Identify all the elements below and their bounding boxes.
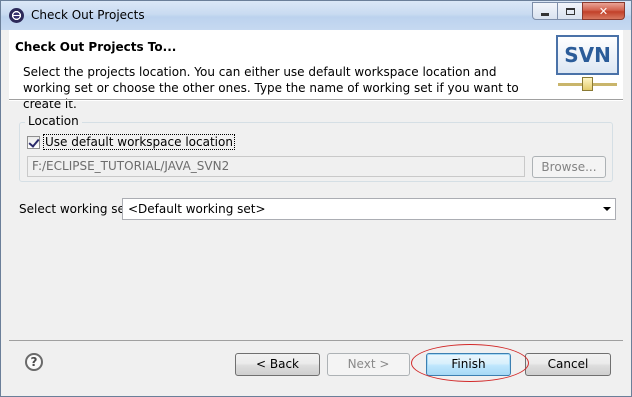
- next-button: Next >: [327, 353, 410, 376]
- working-set-value: <Default working set>: [128, 202, 266, 216]
- location-path-field[interactable]: F:/ECLIPSE_TUTORIAL/JAVA_SVN2: [27, 156, 525, 177]
- header-divider-highlight: [9, 100, 623, 101]
- page-description: Select the projects location. You can ei…: [23, 65, 519, 111]
- working-set-label: Select working set:: [19, 202, 134, 216]
- browse-button[interactable]: Browse...: [532, 156, 606, 178]
- finish-highlight-ellipse: [411, 344, 529, 382]
- chevron-down-icon[interactable]: [603, 207, 611, 211]
- maximize-button[interactable]: [557, 2, 583, 20]
- window-title: Check Out Projects: [31, 8, 145, 22]
- page-title: Check Out Projects To...: [15, 40, 177, 54]
- minimize-button[interactable]: [532, 2, 558, 20]
- maximize-icon: [565, 7, 575, 15]
- help-icon[interactable]: ?: [25, 353, 43, 371]
- title-bar[interactable]: Check Out Projects ✕: [1, 1, 631, 30]
- footer-divider: [9, 340, 623, 341]
- svn-logo-node: [582, 77, 593, 91]
- location-group-label: Location: [25, 114, 82, 128]
- close-button[interactable]: ✕: [582, 2, 625, 20]
- use-default-location-checkbox[interactable]: [27, 135, 40, 149]
- minimize-icon: [541, 12, 549, 16]
- cancel-button[interactable]: Cancel: [525, 353, 611, 376]
- eclipse-icon: [9, 8, 24, 23]
- use-default-location-option[interactable]: Use default workspace location: [27, 134, 235, 150]
- check-out-projects-dialog: Check Out Projects ✕ Check Out Projects …: [0, 0, 632, 397]
- back-button[interactable]: < Back: [235, 353, 320, 376]
- use-default-location-label[interactable]: Use default workspace location: [43, 134, 235, 150]
- working-set-combo[interactable]: <Default working set>: [122, 198, 616, 220]
- close-icon: ✕: [598, 4, 609, 18]
- svn-logo-text: SVN: [556, 35, 619, 75]
- wizard-header: Check Out Projects To... Select the proj…: [9, 30, 623, 111]
- window-controls: ✕: [532, 2, 625, 20]
- svn-logo: SVN: [556, 35, 619, 95]
